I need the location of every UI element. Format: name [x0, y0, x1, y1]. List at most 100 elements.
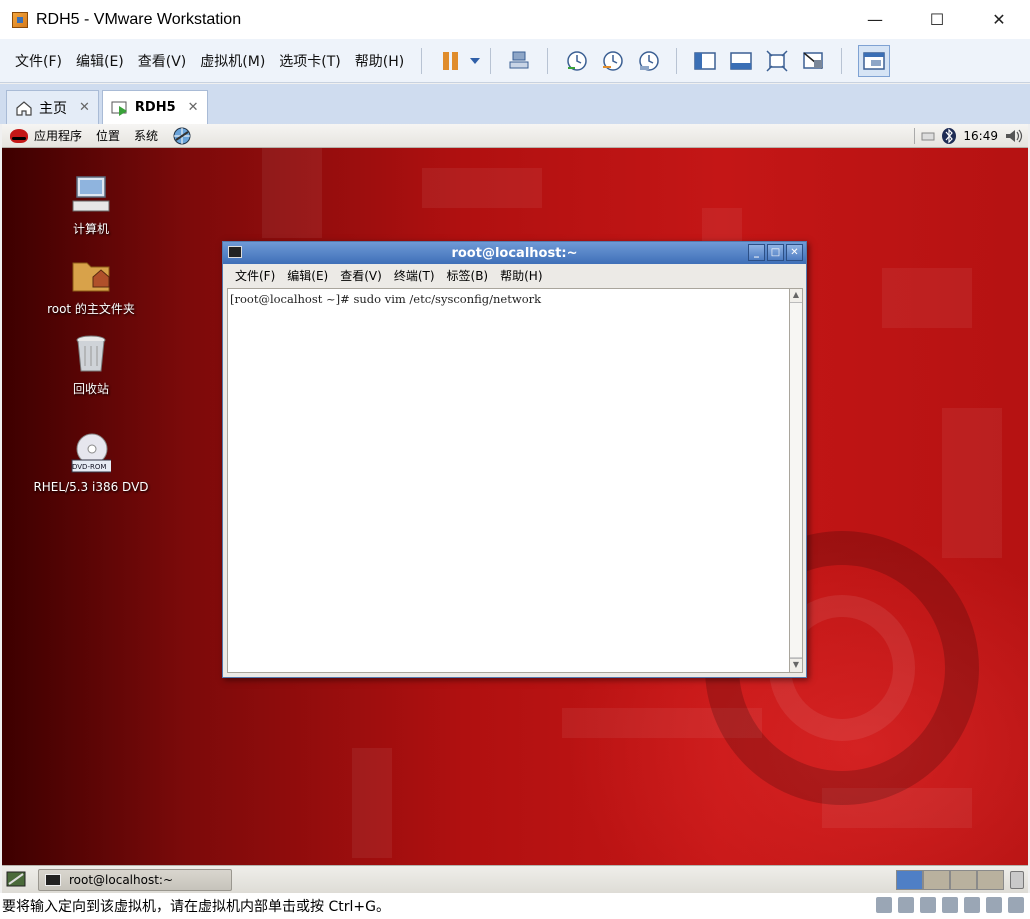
sound-card-icon[interactable]: [964, 897, 980, 913]
minimize-button[interactable]: —: [844, 0, 906, 39]
network-globe-icon[interactable]: [172, 127, 192, 145]
desktop-icon-label: root 的主文件夹: [47, 302, 135, 316]
pause-icon: [442, 51, 458, 70]
terminal-maximize-button[interactable]: □: [767, 244, 784, 261]
home-folder-icon: [72, 262, 110, 292]
terminal-menu-tabs[interactable]: 标签(B): [441, 267, 495, 284]
guest-top-panel: 应用程序 位置 系统 16:49: [2, 124, 1028, 148]
toolbar-separator: [490, 47, 492, 74]
terminal-close-button[interactable]: ✕: [786, 244, 803, 261]
toolbar-separator: [547, 47, 549, 74]
terminal-icon: [228, 246, 242, 258]
terminal-window[interactable]: root@localhost:~ _ □ ✕ 文件(F) 编辑(E) 查看(V)…: [222, 241, 807, 678]
power-dropdown-icon[interactable]: [470, 57, 481, 64]
snapshot-clock-icon: [567, 50, 587, 71]
terminal-output[interactable]: [root@localhost ~]# sudo vim /etc/syscon…: [227, 288, 790, 673]
terminal-icon: [45, 873, 61, 886]
menu-edit[interactable]: 编辑(E): [69, 51, 131, 71]
wallpaper-shape: [882, 268, 972, 328]
system-menu[interactable]: 系统: [134, 127, 158, 144]
send-ctrl-alt-del-button[interactable]: [507, 49, 531, 73]
terminal-menu-help[interactable]: 帮助(H): [494, 267, 548, 284]
guest-bottom-panel: root@localhost:~: [2, 865, 1028, 893]
tab-rdh5[interactable]: RDH5 ✕: [101, 90, 208, 124]
usb-icon[interactable]: [942, 897, 958, 913]
menu-vm[interactable]: 虚拟机(M): [193, 51, 272, 71]
workspace-4[interactable]: [977, 870, 1004, 890]
desktop-icon-label: 计算机: [72, 222, 109, 236]
terminal-scrollbar[interactable]: ▲ ▼: [789, 288, 803, 673]
terminal-menu-file[interactable]: 文件(F): [229, 267, 281, 284]
unity-button[interactable]: [801, 49, 825, 73]
taskbar-terminal-button[interactable]: root@localhost:~: [38, 868, 232, 891]
tab-rdh5-close-icon[interactable]: ✕: [188, 100, 199, 115]
terminal-menu-view[interactable]: 查看(V): [334, 267, 388, 284]
toolbar-separator: [421, 47, 423, 74]
terminal-menu-terminal[interactable]: 终端(T): [388, 267, 441, 284]
dvd-rom-badge: DVD-ROM: [72, 463, 107, 471]
desktop-icon-home-folder[interactable]: root 的主文件夹: [21, 254, 161, 317]
pause-button[interactable]: [438, 49, 462, 73]
snapshot-revert-button[interactable]: [600, 49, 624, 73]
wallpaper-shape: [352, 748, 392, 858]
menu-view[interactable]: 查看(V): [131, 51, 194, 71]
volume-icon[interactable]: [1004, 128, 1024, 144]
tab-home-close-icon[interactable]: ✕: [79, 100, 90, 115]
cd-drive-icon[interactable]: [898, 897, 914, 913]
workspace-1[interactable]: [896, 870, 923, 890]
snapshot-manager-icon: [639, 50, 659, 71]
applications-menu[interactable]: 应用程序: [10, 127, 82, 144]
full-screen-button[interactable]: [765, 49, 789, 73]
desktop-icon-computer[interactable]: 计算机: [21, 174, 161, 237]
scroll-thumb[interactable]: [790, 303, 802, 658]
display-icon[interactable]: [1008, 897, 1024, 913]
bluetooth-icon[interactable]: [941, 127, 957, 145]
menu-file[interactable]: 文件(F): [8, 51, 69, 71]
vm-running-icon: [111, 101, 127, 116]
tab-home-label: 主页: [39, 100, 67, 117]
full-screen-icon: [766, 49, 788, 72]
network-adapter-icon[interactable]: [920, 897, 936, 913]
terminal-command-line: [root@localhost ~]# sudo vim /etc/syscon…: [230, 292, 542, 306]
home-icon: [16, 100, 32, 116]
terminal-titlebar[interactable]: root@localhost:~ _ □ ✕: [223, 242, 806, 264]
menu-tabs[interactable]: 选项卡(T): [272, 51, 347, 71]
snapshot-take-button[interactable]: [564, 49, 588, 73]
trash-icon: [76, 335, 106, 372]
vmware-status-bar: 要将输入定向到该虚拟机，请在虚拟机内部单击或按 Ctrl+G。: [0, 893, 1030, 919]
vmware-menubar: 文件(F) 编辑(E) 查看(V) 虚拟机(M) 选项卡(T) 帮助(H): [0, 51, 411, 71]
terminal-menu-edit[interactable]: 编辑(E): [281, 267, 334, 284]
desktop-icon-label: 回收站: [72, 382, 109, 396]
close-button[interactable]: ✕: [968, 0, 1030, 39]
hard-disk-icon[interactable]: [876, 897, 892, 913]
workspace-2[interactable]: [923, 870, 950, 890]
library-panel-icon: [694, 51, 716, 70]
desktop-icon-trash[interactable]: 回收站: [21, 334, 161, 397]
snapshot-manager-button[interactable]: [636, 49, 660, 73]
show-library-button[interactable]: [693, 49, 717, 73]
console-view-button[interactable]: [858, 44, 891, 77]
unity-icon: [803, 51, 823, 69]
tab-home[interactable]: 主页 ✕: [6, 90, 99, 124]
device-status-icons: [876, 897, 1024, 913]
computer-icon: [72, 176, 110, 212]
clock[interactable]: 16:49: [963, 129, 998, 143]
places-menu[interactable]: 位置: [96, 127, 120, 144]
thumbnail-bar-button[interactable]: [729, 49, 753, 73]
scroll-down-icon[interactable]: ▼: [790, 658, 802, 672]
window-controls: — ☐ ✕: [844, 0, 1030, 39]
printer-icon[interactable]: [986, 897, 1002, 913]
workspace-3[interactable]: [950, 870, 977, 890]
applications-label: 应用程序: [34, 129, 83, 143]
menu-help[interactable]: 帮助(H): [348, 51, 411, 71]
panel-trash-icon[interactable]: [1010, 871, 1024, 889]
workspace-switcher: [896, 870, 1004, 890]
thumbnail-bar-icon: [730, 51, 752, 70]
scroll-up-icon[interactable]: ▲: [790, 289, 802, 303]
window-title: RDH5 - VMware Workstation: [36, 10, 242, 28]
show-desktop-icon[interactable]: [6, 870, 26, 888]
terminal-minimize-button[interactable]: _: [748, 244, 765, 261]
maximize-button[interactable]: ☐: [906, 0, 968, 39]
keyboard-icon[interactable]: [921, 130, 935, 142]
terminal-title: root@localhost:~: [451, 245, 578, 261]
